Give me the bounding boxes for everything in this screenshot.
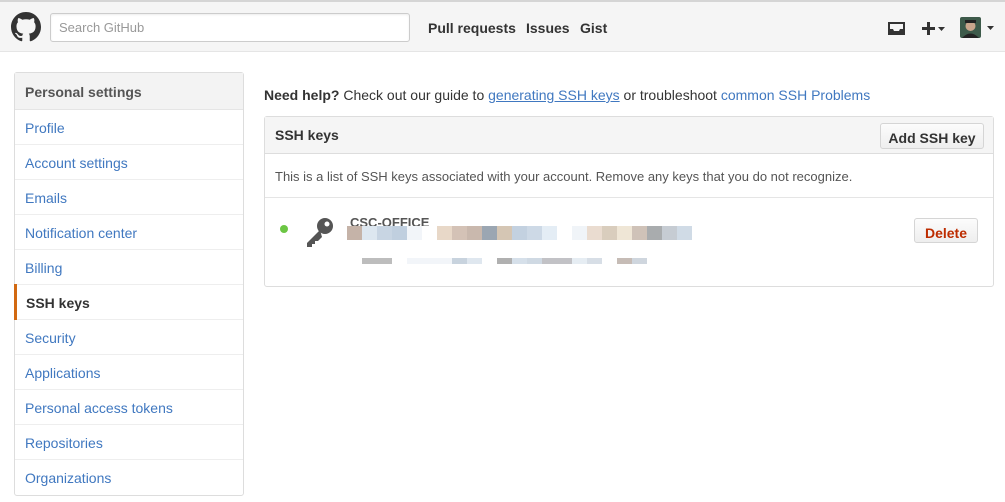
help-lead: Need help? — [264, 87, 340, 103]
nav-issues[interactable]: Issues — [526, 20, 570, 36]
ssh-keys-description: This is a list of SSH keys associated wi… — [265, 154, 993, 198]
ssh-keys-header: SSH keys Add SSH key — [265, 117, 993, 154]
key-fingerprint-redacted — [347, 226, 692, 240]
generating-ssh-keys-link[interactable]: generating SSH keys — [488, 87, 620, 103]
sidebar-item-billing[interactable]: Billing — [15, 250, 243, 285]
inbox-icon[interactable] — [888, 21, 905, 35]
nav-pull-requests[interactable]: Pull requests — [428, 20, 516, 36]
help-text-2: or troubleshoot — [619, 87, 721, 103]
active-status-dot — [280, 225, 288, 233]
plus-icon[interactable] — [922, 21, 946, 35]
key-fingerprint-redacted-2 — [362, 258, 647, 264]
delete-key-button[interactable]: Delete — [914, 218, 978, 243]
sidebar-item-ssh-keys[interactable]: SSH keys — [14, 284, 243, 320]
sidebar-item-repositories[interactable]: Repositories — [15, 425, 243, 460]
add-ssh-key-button[interactable]: Add SSH key — [880, 123, 984, 149]
help-text-1: Check out our guide to — [339, 87, 489, 103]
octocat-logo-icon[interactable] — [11, 12, 41, 42]
sidebar-title: Personal settings — [15, 73, 243, 110]
search-input[interactable] — [50, 13, 410, 42]
common-ssh-problems-link[interactable]: common SSH Problems — [721, 87, 870, 103]
sidebar-item-personal-access-tokens[interactable]: Personal access tokens — [15, 390, 243, 425]
sidebar-item-notification-center[interactable]: Notification center — [15, 215, 243, 250]
sidebar-item-account-settings[interactable]: Account settings — [15, 145, 243, 180]
ssh-keys-title: SSH keys — [275, 127, 339, 143]
ssh-keys-panel: SSH keys Add SSH key This is a list of S… — [264, 116, 994, 287]
key-icon — [307, 218, 333, 247]
sidebar-item-security[interactable]: Security — [15, 320, 243, 355]
sidebar-item-emails[interactable]: Emails — [15, 180, 243, 215]
ssh-key-row: CSC-OFFICE Delete — [265, 198, 993, 286]
site-header: Pull requests Issues Gist — [0, 0, 1005, 52]
sidebar-item-applications[interactable]: Applications — [15, 355, 243, 390]
avatar[interactable] — [960, 17, 996, 39]
settings-sidebar: Personal settings Profile Account settin… — [14, 72, 244, 496]
nav-gist[interactable]: Gist — [580, 20, 607, 36]
help-text: Need help? Check out our guide to genera… — [264, 87, 870, 103]
sidebar-item-organizations[interactable]: Organizations — [15, 460, 243, 495]
sidebar-item-profile[interactable]: Profile — [15, 110, 243, 145]
